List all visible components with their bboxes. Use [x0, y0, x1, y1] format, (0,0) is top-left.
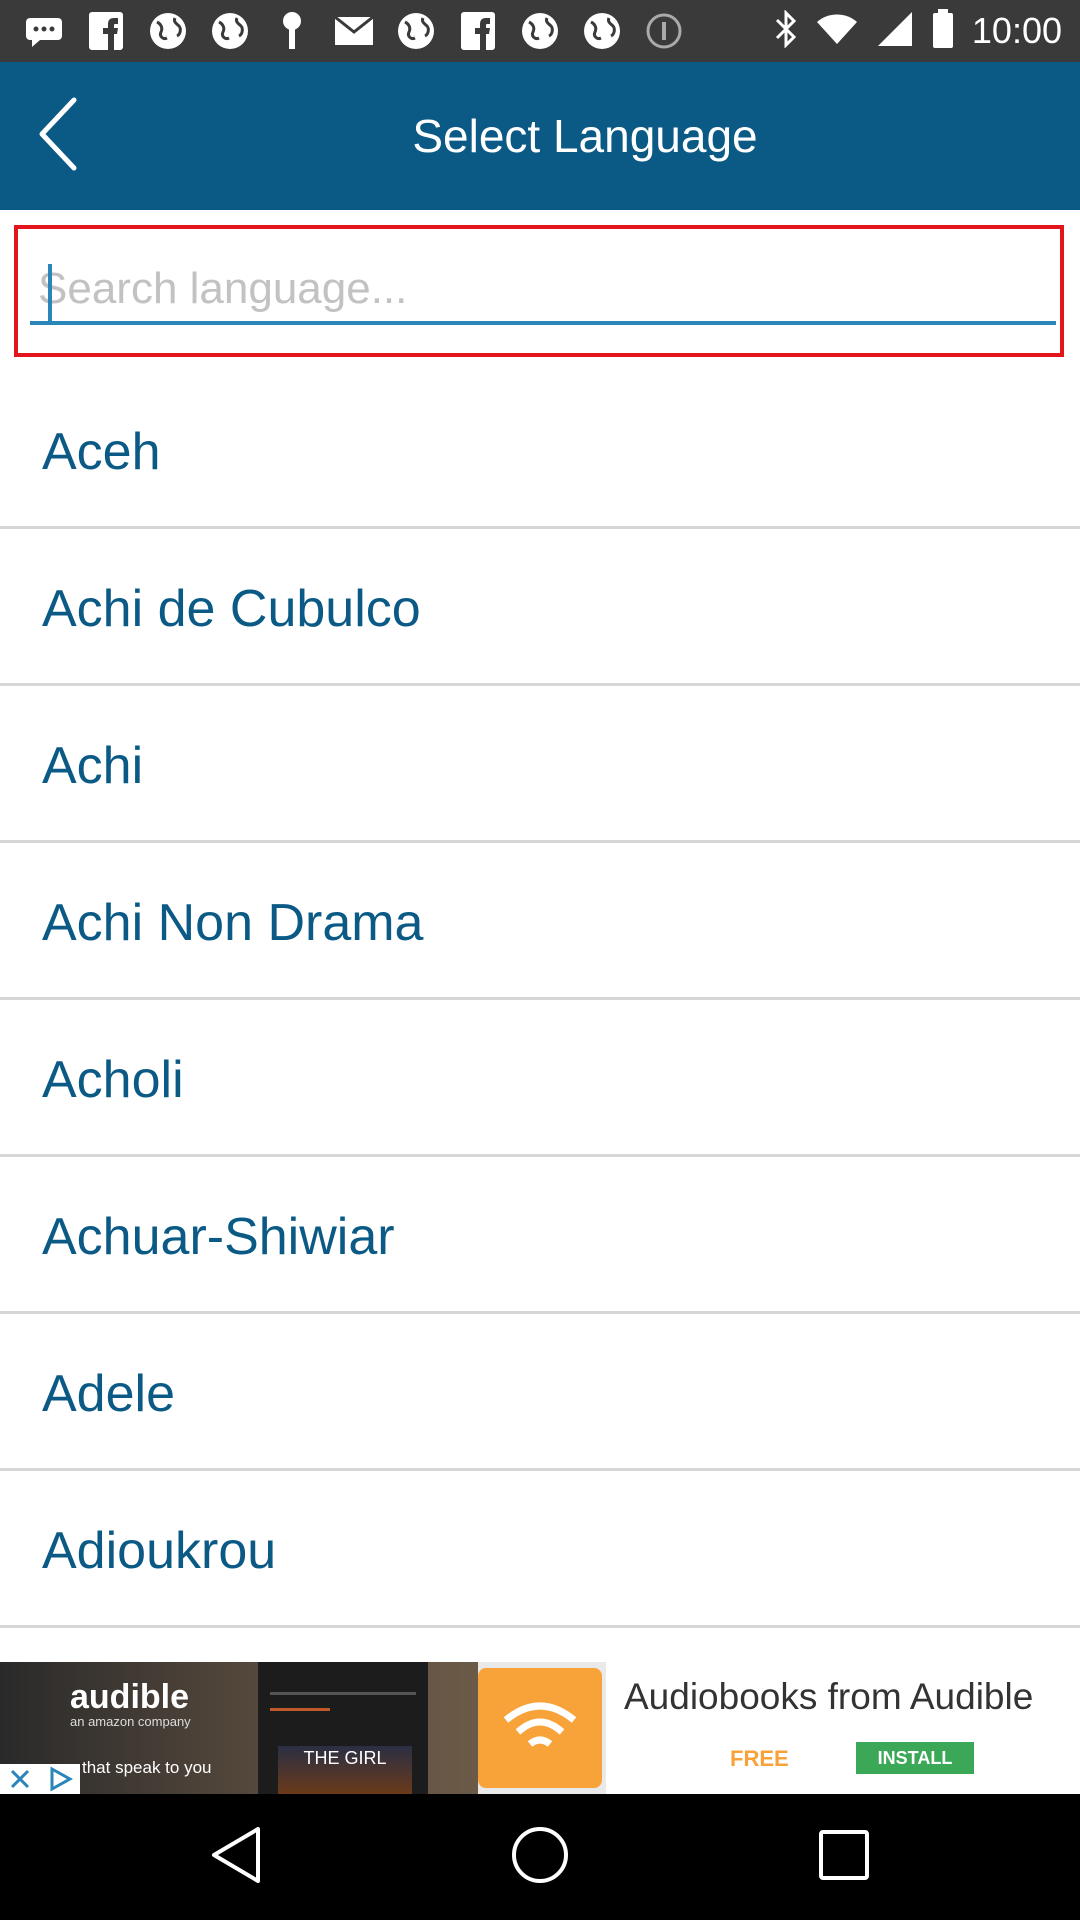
ad-text-area: Audiobooks from Audible FREE INSTALL — [606, 1662, 1080, 1794]
language-label: Achi de Cubulco — [42, 580, 421, 638]
signal-icon — [876, 10, 914, 53]
recents-square-icon — [817, 1828, 871, 1887]
globe-icon — [208, 9, 252, 53]
notification-icons — [22, 8, 686, 54]
ad-phone-line — [270, 1692, 416, 1695]
list-item[interactable]: Achi de Cubulco — [0, 529, 1080, 686]
language-label: Achuar-Shiwiar — [42, 1208, 395, 1266]
message-icon — [22, 9, 66, 53]
system-status: 10:00 — [774, 8, 1062, 54]
location-pin-icon — [270, 9, 314, 53]
audible-logo-icon — [478, 1668, 602, 1788]
language-label: Aceh — [42, 423, 161, 481]
ad-headline: Audiobooks from Audible — [624, 1676, 1034, 1717]
battery-icon — [932, 8, 954, 54]
nav-back-button[interactable] — [196, 1817, 276, 1897]
facebook-icon — [84, 9, 128, 53]
bluetooth-icon — [774, 8, 798, 53]
ad-banner[interactable]: audible an amazon company that speak to … — [0, 1662, 1080, 1794]
list-item[interactable]: Achuar-Shiwiar — [0, 1157, 1080, 1314]
globe-icon — [518, 9, 562, 53]
list-item[interactable]: Adioukrou — [0, 1471, 1080, 1628]
list-item[interactable]: Adele — [0, 1314, 1080, 1471]
language-label: Acholi — [42, 1051, 184, 1109]
navigation-bar — [0, 1794, 1080, 1920]
app-bar: Select Language — [0, 62, 1080, 210]
ad-tagline: that speak to you — [82, 1758, 212, 1777]
ad-close-icon[interactable] — [0, 1764, 40, 1794]
nav-home-button[interactable] — [500, 1817, 580, 1897]
globe-icon — [580, 9, 624, 53]
search-input[interactable] — [30, 257, 1056, 325]
ad-phone-progress — [270, 1708, 330, 1711]
text-cursor — [48, 264, 52, 322]
list-item[interactable]: Aceh — [0, 372, 1080, 529]
ad-brand: audible — [70, 1678, 190, 1716]
globe-icon — [146, 9, 190, 53]
nav-recents-button[interactable] — [804, 1817, 884, 1897]
list-item[interactable]: Acholi — [0, 1000, 1080, 1157]
wifi-icon — [816, 12, 858, 51]
list-item[interactable]: Achi — [0, 686, 1080, 843]
ad-brand-sub: an amazon company — [70, 1714, 191, 1729]
language-label: Achi — [42, 737, 144, 795]
mail-icon — [332, 9, 376, 53]
language-label: Achi Non Drama — [42, 894, 424, 952]
clock: 10:00 — [971, 10, 1062, 51]
language-label: Adele — [42, 1365, 175, 1423]
language-list: Aceh Achi de Cubulco Achi Achi Non Drama… — [0, 372, 1080, 1628]
search-container — [14, 225, 1064, 357]
status-bar: 10:00 — [0, 0, 1080, 62]
adchoices-icon[interactable] — [40, 1764, 80, 1794]
ad-free-label: FREE — [730, 1746, 789, 1771]
facebook-icon — [456, 9, 500, 53]
list-item[interactable]: Achi Non Drama — [0, 843, 1080, 1000]
home-circle-icon — [510, 1825, 570, 1890]
language-label: Adioukrou — [42, 1522, 277, 1580]
ad-book-cover: THE GIRL — [278, 1746, 412, 1794]
info-icon — [642, 9, 686, 53]
globe-icon — [394, 9, 438, 53]
page-title: Select Language — [412, 110, 758, 162]
back-triangle-icon — [208, 1825, 264, 1890]
ad-install-button[interactable]: INSTALL — [856, 1742, 974, 1774]
